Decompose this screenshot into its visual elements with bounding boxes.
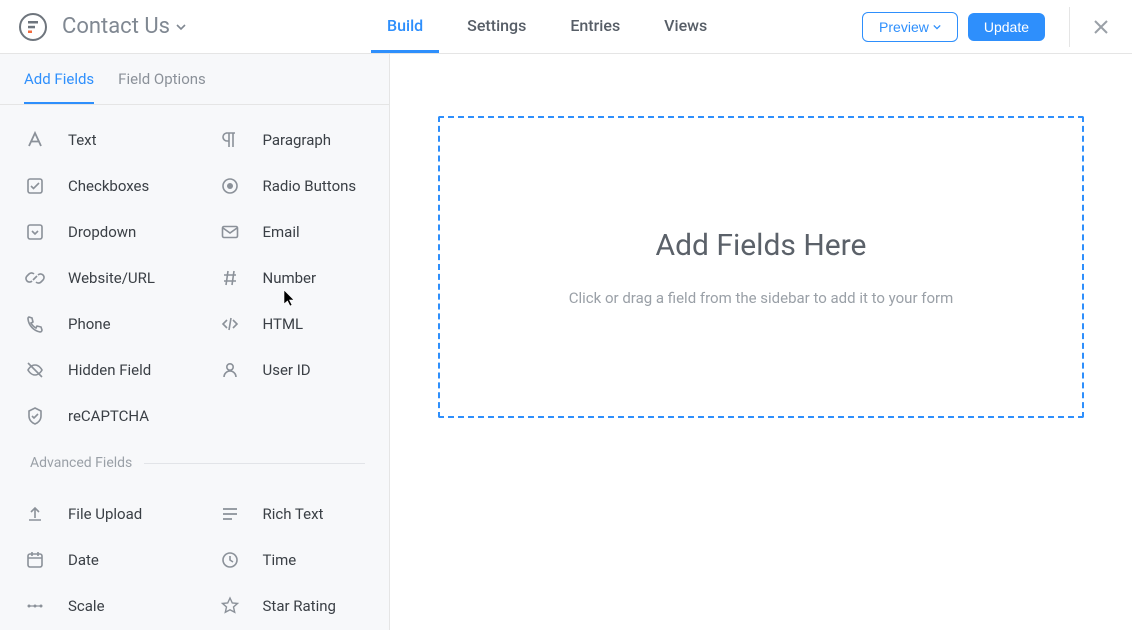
- field-file-upload[interactable]: File Upload: [0, 491, 195, 537]
- advanced-fields-heading: Advanced Fields: [0, 447, 389, 479]
- field-label: Hidden Field: [68, 361, 151, 379]
- radio-icon: [219, 175, 241, 197]
- chevron-down-icon: [933, 23, 941, 31]
- hash-icon: [219, 267, 241, 289]
- field-email[interactable]: Email: [195, 209, 390, 255]
- field-label: Date: [68, 551, 99, 569]
- divider: [1069, 7, 1070, 47]
- field-label: User ID: [263, 361, 311, 379]
- paragraph-icon: [219, 129, 241, 151]
- field-label: HTML: [263, 315, 304, 333]
- field-text[interactable]: Text: [0, 117, 195, 163]
- field-date[interactable]: Date: [0, 537, 195, 583]
- main-tabs: Build Settings Entries Views: [371, 0, 735, 53]
- tab-label: Settings: [467, 16, 526, 35]
- field-paragraph[interactable]: Paragraph: [195, 117, 390, 163]
- field-label: Number: [263, 269, 317, 287]
- field-user-id[interactable]: User ID: [195, 347, 390, 393]
- form-title-dropdown[interactable]: Contact Us: [62, 14, 186, 39]
- field-rich-text[interactable]: Rich Text: [195, 491, 390, 537]
- button-label: Update: [984, 19, 1029, 35]
- field-label: Text: [68, 131, 97, 149]
- field-recaptcha[interactable]: reCAPTCHA: [0, 393, 195, 439]
- scale-icon: [24, 595, 46, 617]
- user-icon: [219, 359, 241, 381]
- time-icon: [219, 549, 241, 571]
- field-label: Dropdown: [68, 223, 136, 241]
- dropzone-subtitle: Click or drag a field from the sidebar t…: [569, 289, 954, 307]
- field-label: File Upload: [68, 505, 142, 523]
- sidebar-tab-field-options[interactable]: Field Options: [118, 54, 206, 104]
- preview-button[interactable]: Preview: [862, 12, 958, 42]
- field-dropdown[interactable]: Dropdown: [0, 209, 195, 255]
- field-checkboxes[interactable]: Checkboxes: [0, 163, 195, 209]
- tab-label: Entries: [570, 16, 620, 35]
- field-website-url[interactable]: Website/URL: [0, 255, 195, 301]
- field-label: Website/URL: [68, 269, 155, 287]
- form-dropzone[interactable]: Add Fields Here Click or drag a field fr…: [438, 116, 1084, 418]
- field-label: Email: [263, 223, 300, 241]
- chevron-down-icon: [176, 22, 186, 32]
- field-label: Checkboxes: [68, 177, 149, 195]
- sidebar: Add Fields Field Options Text Paragraph …: [0, 54, 390, 630]
- basic-fields-grid: Text Paragraph Checkboxes Radio Buttons …: [0, 105, 389, 447]
- sidebar-tabs: Add Fields Field Options: [0, 54, 389, 105]
- update-button[interactable]: Update: [968, 13, 1045, 41]
- advanced-fields-grid: File Upload Rich Text Date Time Scale St…: [0, 479, 389, 630]
- dropdown-icon: [24, 221, 46, 243]
- hidden-icon: [24, 359, 46, 381]
- field-radio-buttons[interactable]: Radio Buttons: [195, 163, 390, 209]
- sidebar-tab-add-fields[interactable]: Add Fields: [24, 54, 94, 104]
- sidebar-tab-label: Add Fields: [24, 70, 94, 88]
- canvas: Add Fields Here Click or drag a field fr…: [390, 54, 1132, 630]
- date-icon: [24, 549, 46, 571]
- app-logo-icon: [18, 12, 48, 42]
- sidebar-tab-label: Field Options: [118, 70, 206, 88]
- field-star-rating[interactable]: Star Rating: [195, 583, 390, 629]
- tab-build[interactable]: Build: [371, 0, 439, 53]
- upload-icon: [24, 503, 46, 525]
- field-label: Rich Text: [263, 505, 324, 523]
- app-header: Contact Us Build Settings Entries Views …: [0, 0, 1132, 54]
- dropzone-title: Add Fields Here: [656, 228, 867, 263]
- field-label: Phone: [68, 315, 111, 333]
- header-actions: Preview Update: [862, 7, 1114, 47]
- divider-line: [144, 463, 365, 464]
- field-html[interactable]: HTML: [195, 301, 390, 347]
- star-icon: [219, 595, 241, 617]
- checkbox-icon: [24, 175, 46, 197]
- tab-views[interactable]: Views: [648, 0, 723, 53]
- phone-icon: [24, 313, 46, 335]
- close-icon[interactable]: [1088, 14, 1114, 40]
- button-label: Preview: [879, 19, 929, 35]
- field-time[interactable]: Time: [195, 537, 390, 583]
- tab-label: Build: [387, 16, 423, 35]
- field-phone[interactable]: Phone: [0, 301, 195, 347]
- field-label: Radio Buttons: [263, 177, 357, 195]
- field-label: Paragraph: [263, 131, 332, 149]
- field-label: reCAPTCHA: [68, 407, 149, 425]
- field-label: Time: [263, 551, 297, 569]
- form-title-label: Contact Us: [62, 14, 170, 39]
- field-label: Star Rating: [263, 597, 336, 615]
- text-a-icon: [24, 129, 46, 151]
- field-hidden[interactable]: Hidden Field: [0, 347, 195, 393]
- tab-entries[interactable]: Entries: [554, 0, 636, 53]
- recaptcha-icon: [24, 405, 46, 427]
- tab-settings[interactable]: Settings: [451, 0, 542, 53]
- field-label: Scale: [68, 597, 105, 615]
- tab-label: Views: [664, 16, 707, 35]
- link-icon: [24, 267, 46, 289]
- field-scale[interactable]: Scale: [0, 583, 195, 629]
- field-number[interactable]: Number: [195, 255, 390, 301]
- html-icon: [219, 313, 241, 335]
- richtext-icon: [219, 503, 241, 525]
- email-icon: [219, 221, 241, 243]
- section-label: Advanced Fields: [30, 455, 132, 471]
